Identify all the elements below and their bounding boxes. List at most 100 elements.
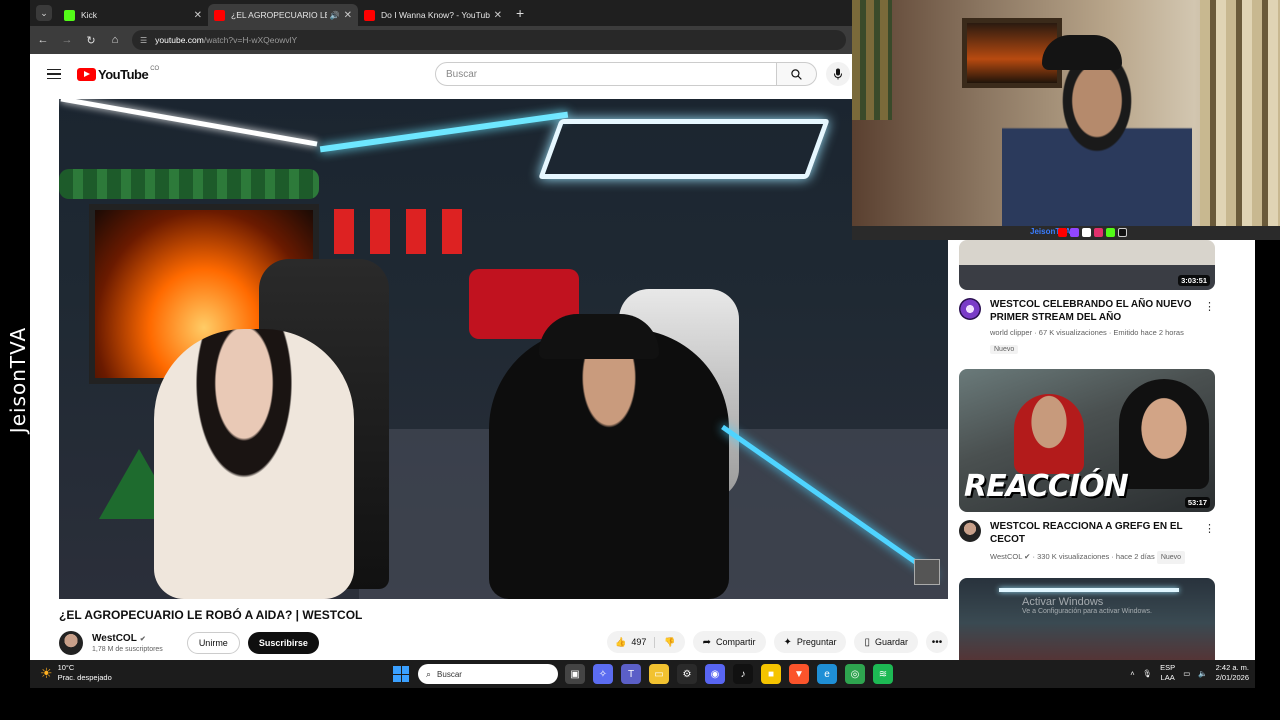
neon-frame — [538, 119, 830, 179]
channel-name-link[interactable]: WestCOL ✔ — [92, 633, 163, 644]
home-icon[interactable]: ⌂ — [104, 34, 126, 46]
video-meta: world clipper · 67 K visualizaciones · E… — [990, 328, 1184, 337]
windows-taskbar: ☀ 10°C Prac. despejado ⌕ Buscar ▣ ✧ T ▭ … — [30, 660, 1255, 688]
taskbar-search[interactable]: ⌕ Buscar — [418, 664, 558, 684]
video-player[interactable] — [59, 99, 948, 599]
subscribe-button[interactable]: Suscribirse — [247, 632, 319, 654]
more-options-icon[interactable]: ⋮ — [1204, 300, 1215, 313]
app-icon[interactable]: ■ — [761, 664, 781, 684]
address-bar: ← → ↻ ⌂ ☰ youtube.com/watch?v=H-wXQeowvl… — [30, 26, 852, 54]
start-button[interactable] — [393, 666, 409, 682]
site-info-icon[interactable]: ☰ — [140, 36, 147, 45]
search-input[interactable]: Buscar — [435, 62, 777, 86]
windows-activation-watermark: Activar Windows Ve a Configuración para … — [1022, 596, 1152, 615]
streamer-hair — [1042, 35, 1122, 70]
url-field[interactable]: ☰ youtube.com/watch?v=H-wXQeowvlY — [132, 30, 846, 50]
channel-watermark[interactable] — [914, 559, 940, 585]
more-options-icon[interactable]: ⋮ — [1204, 522, 1215, 535]
video-thumbnail[interactable] — [959, 578, 1215, 660]
share-label: Compartir — [716, 637, 756, 647]
teams-icon[interactable]: T — [621, 664, 641, 684]
close-tab-icon[interactable]: ✕ — [494, 10, 502, 21]
video-title[interactable]: WESTCOL CELEBRANDO EL AÑO NUEVO PRIMER S… — [990, 298, 1195, 324]
show-hidden-icons[interactable]: ˄ — [1130, 669, 1134, 678]
close-tab-icon[interactable]: ✕ — [194, 10, 202, 21]
youtube-icon — [364, 9, 375, 21]
garland — [59, 169, 319, 199]
tiktok-icon[interactable]: ♪ — [733, 664, 753, 684]
close-tab-icon[interactable]: ✕ — [344, 10, 352, 21]
ask-label: Preguntar — [796, 637, 837, 647]
like-button[interactable]: 👍 497 — [607, 636, 656, 648]
list-item[interactable]: 3:03:51 WESTCOL CELEBRANDO EL AÑO NUEVO … — [959, 240, 1255, 356]
forward-icon[interactable]: → — [56, 34, 78, 46]
search-icon — [791, 68, 802, 80]
thumbs-down-icon: 👎 — [664, 636, 676, 647]
discord-icon[interactable]: ◉ — [705, 664, 725, 684]
channel-name[interactable]: world clipper — [990, 328, 1032, 337]
youtube-icon — [1058, 228, 1067, 237]
spotify-icon[interactable]: ≋ — [873, 664, 893, 684]
stockings — [334, 209, 474, 254]
back-icon[interactable]: ← — [32, 34, 54, 46]
save-button[interactable]: ▯ Guardar — [854, 631, 918, 653]
weather-widget[interactable]: ☀ 10°C Prac. despejado — [40, 663, 112, 683]
edge-icon[interactable]: e — [817, 664, 837, 684]
steam-icon[interactable]: ⚙ — [677, 664, 697, 684]
thumb-person — [1014, 394, 1084, 474]
person — [489, 329, 729, 599]
channel-name[interactable]: WestCOL — [92, 633, 137, 644]
duration-badge: 53:17 — [1184, 497, 1210, 508]
channel-avatar[interactable] — [959, 298, 981, 320]
thumb-person — [1119, 379, 1209, 489]
kick-icon — [1106, 228, 1115, 237]
list-item[interactable] — [959, 578, 1255, 660]
youtube-logo[interactable]: YouTube CO — [77, 66, 159, 82]
more-icon: ••• — [931, 636, 943, 648]
speaker-icon[interactable]: 🔊 — [330, 11, 340, 20]
clock[interactable]: 2:42 a. m. 2/01/2026 — [1216, 663, 1249, 683]
curtain — [852, 0, 892, 120]
tab-westcol-video[interactable]: ¿EL AGROPECUARIO LE ROBÓ 🔊 ✕ — [208, 4, 358, 26]
list-item[interactable]: REACCIÓN 53:17 WESTCOL REACCIONA A GREFG… — [959, 369, 1255, 564]
brave-icon[interactable]: ▼ — [789, 664, 809, 684]
microphone-icon[interactable]: 🎙 — [1143, 669, 1153, 678]
ask-button[interactable]: ✦ Preguntar — [773, 631, 847, 653]
tab-do-i-wanna-know[interactable]: Do I Wanna Know? - YouTube ✕ — [358, 4, 508, 26]
tab-search-button[interactable]: ⌄ — [36, 5, 52, 21]
search-button[interactable] — [777, 62, 817, 86]
neon-light — [319, 111, 569, 153]
date: 2/01/2026 — [1215, 673, 1249, 682]
language-indicator[interactable]: ESP LAA — [1160, 663, 1175, 683]
channel-name[interactable]: WestCOL — [990, 552, 1022, 561]
channel-row: WestCOL ✔ 1,78 M de suscriptores Unirme S… — [59, 628, 948, 658]
youtube-icon — [214, 9, 225, 21]
new-badge: Nuevo — [1156, 551, 1186, 564]
copilot-icon[interactable]: ✧ — [593, 664, 613, 684]
tab-kick[interactable]: Kick ✕ — [58, 4, 208, 26]
more-actions-button[interactable]: ••• — [926, 631, 948, 653]
volume-icon[interactable]: 🔈 — [1198, 669, 1207, 678]
video-meta: WestCOL ✔ · 330 K visualizaciones · hace… — [990, 549, 1195, 564]
kick-icon — [64, 9, 75, 21]
video-thumbnail[interactable]: REACCIÓN 53:17 — [959, 369, 1215, 512]
dislike-button[interactable]: 👎 — [655, 637, 684, 648]
video-thumbnail[interactable]: 3:03:51 — [959, 240, 1215, 290]
channel-avatar[interactable] — [959, 520, 981, 542]
new-badge: Nuevo — [990, 345, 1019, 354]
chrome-icon[interactable]: ◎ — [845, 664, 865, 684]
task-view-icon[interactable]: ▣ — [565, 664, 585, 684]
voice-search-button[interactable] — [826, 62, 850, 86]
join-button[interactable]: Unirme — [186, 632, 240, 654]
file-explorer-icon[interactable]: ▭ — [649, 664, 669, 684]
menu-icon[interactable] — [47, 68, 61, 80]
channel-avatar[interactable] — [59, 631, 83, 655]
system-tray: ˄ 🎙 ESP LAA ▭ 🔈 2:42 a. m. 2/01/2026 — [1130, 663, 1249, 683]
view-meta: 67 K visualizaciones · Emitido hace 2 ho… — [1038, 328, 1184, 337]
video-title[interactable]: WESTCOL REACCIONA A GREFG EN EL CECOT — [990, 520, 1195, 546]
share-button[interactable]: ➦ Compartir — [692, 631, 766, 653]
network-icon[interactable]: ▭ — [1183, 669, 1190, 678]
new-tab-icon[interactable]: + — [516, 5, 524, 21]
view-meta: 330 K visualizaciones · hace 2 días — [1037, 552, 1155, 561]
reload-icon[interactable]: ↻ — [80, 34, 102, 47]
